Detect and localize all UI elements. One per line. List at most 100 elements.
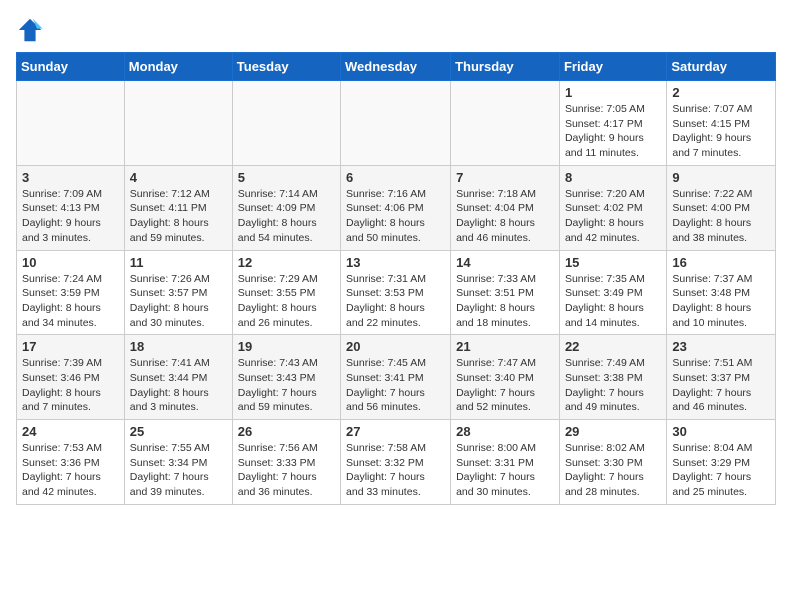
- weekday-header-row: SundayMondayTuesdayWednesdayThursdayFrid…: [17, 53, 776, 81]
- day-info: Sunrise: 8:04 AM Sunset: 3:29 PM Dayligh…: [672, 441, 770, 500]
- calendar-cell: 29 Sunrise: 8:02 AM Sunset: 3:30 PM Dayli…: [559, 420, 666, 505]
- calendar-cell: 23 Sunrise: 7:51 AM Sunset: 3:37 PM Dayli…: [667, 335, 776, 420]
- day-info: Sunrise: 7:18 AM Sunset: 4:04 PM Dayligh…: [456, 187, 554, 246]
- day-number: 25: [130, 424, 227, 439]
- day-number: 3: [22, 170, 119, 185]
- calendar-cell: [341, 81, 451, 166]
- calendar-cell: 10 Sunrise: 7:24 AM Sunset: 3:59 PM Dayli…: [17, 250, 125, 335]
- calendar-cell: 4 Sunrise: 7:12 AM Sunset: 4:11 PM Daylig…: [124, 165, 232, 250]
- day-number: 30: [672, 424, 770, 439]
- calendar-cell: 21 Sunrise: 7:47 AM Sunset: 3:40 PM Dayli…: [451, 335, 560, 420]
- calendar-cell: 28 Sunrise: 8:00 AM Sunset: 3:31 PM Dayli…: [451, 420, 560, 505]
- calendar-cell: 16 Sunrise: 7:37 AM Sunset: 3:48 PM Dayli…: [667, 250, 776, 335]
- calendar-cell: [232, 81, 340, 166]
- day-info: Sunrise: 7:14 AM Sunset: 4:09 PM Dayligh…: [238, 187, 335, 246]
- day-info: Sunrise: 8:02 AM Sunset: 3:30 PM Dayligh…: [565, 441, 661, 500]
- day-info: Sunrise: 7:37 AM Sunset: 3:48 PM Dayligh…: [672, 272, 770, 331]
- calendar-cell: 18 Sunrise: 7:41 AM Sunset: 3:44 PM Dayli…: [124, 335, 232, 420]
- day-number: 24: [22, 424, 119, 439]
- day-number: 8: [565, 170, 661, 185]
- day-number: 6: [346, 170, 445, 185]
- calendar-cell: 25 Sunrise: 7:55 AM Sunset: 3:34 PM Dayli…: [124, 420, 232, 505]
- day-number: 17: [22, 339, 119, 354]
- day-number: 10: [22, 255, 119, 270]
- day-info: Sunrise: 7:49 AM Sunset: 3:38 PM Dayligh…: [565, 356, 661, 415]
- day-number: 7: [456, 170, 554, 185]
- day-info: Sunrise: 7:35 AM Sunset: 3:49 PM Dayligh…: [565, 272, 661, 331]
- day-info: Sunrise: 7:41 AM Sunset: 3:44 PM Dayligh…: [130, 356, 227, 415]
- calendar-week-row: 1 Sunrise: 7:05 AM Sunset: 4:17 PM Daylig…: [17, 81, 776, 166]
- day-info: Sunrise: 7:53 AM Sunset: 3:36 PM Dayligh…: [22, 441, 119, 500]
- day-number: 4: [130, 170, 227, 185]
- calendar-week-row: 24 Sunrise: 7:53 AM Sunset: 3:36 PM Dayli…: [17, 420, 776, 505]
- calendar-cell: 26 Sunrise: 7:56 AM Sunset: 3:33 PM Dayli…: [232, 420, 340, 505]
- weekday-header: Sunday: [17, 53, 125, 81]
- day-number: 12: [238, 255, 335, 270]
- calendar-table: SundayMondayTuesdayWednesdayThursdayFrid…: [16, 52, 776, 505]
- day-info: Sunrise: 7:51 AM Sunset: 3:37 PM Dayligh…: [672, 356, 770, 415]
- weekday-header: Wednesday: [341, 53, 451, 81]
- day-info: Sunrise: 7:24 AM Sunset: 3:59 PM Dayligh…: [22, 272, 119, 331]
- day-info: Sunrise: 7:12 AM Sunset: 4:11 PM Dayligh…: [130, 187, 227, 246]
- day-info: Sunrise: 7:33 AM Sunset: 3:51 PM Dayligh…: [456, 272, 554, 331]
- calendar-cell: 13 Sunrise: 7:31 AM Sunset: 3:53 PM Dayli…: [341, 250, 451, 335]
- day-number: 11: [130, 255, 227, 270]
- day-number: 9: [672, 170, 770, 185]
- calendar-cell: 5 Sunrise: 7:14 AM Sunset: 4:09 PM Daylig…: [232, 165, 340, 250]
- day-number: 29: [565, 424, 661, 439]
- day-info: Sunrise: 7:31 AM Sunset: 3:53 PM Dayligh…: [346, 272, 445, 331]
- calendar-week-row: 3 Sunrise: 7:09 AM Sunset: 4:13 PM Daylig…: [17, 165, 776, 250]
- day-number: 28: [456, 424, 554, 439]
- day-number: 21: [456, 339, 554, 354]
- day-info: Sunrise: 7:58 AM Sunset: 3:32 PM Dayligh…: [346, 441, 445, 500]
- calendar-cell: 27Sunrise: 7:58 AM Sunset: 3:32 PM Dayli…: [341, 420, 451, 505]
- calendar-cell: 1 Sunrise: 7:05 AM Sunset: 4:17 PM Daylig…: [559, 81, 666, 166]
- day-number: 26: [238, 424, 335, 439]
- day-number: 13: [346, 255, 445, 270]
- calendar-cell: 20Sunrise: 7:45 AM Sunset: 3:41 PM Dayli…: [341, 335, 451, 420]
- calendar-cell: 22Sunrise: 7:49 AM Sunset: 3:38 PM Dayli…: [559, 335, 666, 420]
- calendar-cell: 7 Sunrise: 7:18 AM Sunset: 4:04 PM Daylig…: [451, 165, 560, 250]
- calendar-cell: 24 Sunrise: 7:53 AM Sunset: 3:36 PM Dayli…: [17, 420, 125, 505]
- day-number: 18: [130, 339, 227, 354]
- day-info: Sunrise: 7:22 AM Sunset: 4:00 PM Dayligh…: [672, 187, 770, 246]
- day-number: 1: [565, 85, 661, 100]
- day-info: Sunrise: 7:05 AM Sunset: 4:17 PM Dayligh…: [565, 102, 661, 161]
- weekday-header: Friday: [559, 53, 666, 81]
- calendar-week-row: 17Sunrise: 7:39 AM Sunset: 3:46 PM Dayli…: [17, 335, 776, 420]
- calendar-cell: 17Sunrise: 7:39 AM Sunset: 3:46 PM Dayli…: [17, 335, 125, 420]
- logo: [16, 16, 48, 44]
- calendar-cell: [124, 81, 232, 166]
- day-info: Sunrise: 7:07 AM Sunset: 4:15 PM Dayligh…: [672, 102, 770, 161]
- day-info: Sunrise: 7:09 AM Sunset: 4:13 PM Dayligh…: [22, 187, 119, 246]
- day-info: Sunrise: 8:00 AM Sunset: 3:31 PM Dayligh…: [456, 441, 554, 500]
- day-info: Sunrise: 7:55 AM Sunset: 3:34 PM Dayligh…: [130, 441, 227, 500]
- calendar-cell: 9 Sunrise: 7:22 AM Sunset: 4:00 PM Daylig…: [667, 165, 776, 250]
- calendar-cell: [17, 81, 125, 166]
- day-info: Sunrise: 7:45 AM Sunset: 3:41 PM Dayligh…: [346, 356, 445, 415]
- weekday-header: Saturday: [667, 53, 776, 81]
- day-info: Sunrise: 7:16 AM Sunset: 4:06 PM Dayligh…: [346, 187, 445, 246]
- weekday-header: Tuesday: [232, 53, 340, 81]
- calendar-cell: 8 Sunrise: 7:20 AM Sunset: 4:02 PM Daylig…: [559, 165, 666, 250]
- day-number: 23: [672, 339, 770, 354]
- day-number: 14: [456, 255, 554, 270]
- day-number: 16: [672, 255, 770, 270]
- day-number: 15: [565, 255, 661, 270]
- calendar-cell: 3 Sunrise: 7:09 AM Sunset: 4:13 PM Daylig…: [17, 165, 125, 250]
- day-info: Sunrise: 7:47 AM Sunset: 3:40 PM Dayligh…: [456, 356, 554, 415]
- day-info: Sunrise: 7:56 AM Sunset: 3:33 PM Dayligh…: [238, 441, 335, 500]
- day-info: Sunrise: 7:20 AM Sunset: 4:02 PM Dayligh…: [565, 187, 661, 246]
- calendar-cell: 15 Sunrise: 7:35 AM Sunset: 3:49 PM Dayli…: [559, 250, 666, 335]
- calendar-cell: 19 Sunrise: 7:43 AM Sunset: 3:43 PM Dayli…: [232, 335, 340, 420]
- weekday-header: Thursday: [451, 53, 560, 81]
- day-number: 5: [238, 170, 335, 185]
- day-number: 19: [238, 339, 335, 354]
- calendar-cell: 6 Sunrise: 7:16 AM Sunset: 4:06 PM Daylig…: [341, 165, 451, 250]
- day-info: Sunrise: 7:43 AM Sunset: 3:43 PM Dayligh…: [238, 356, 335, 415]
- calendar-cell: [451, 81, 560, 166]
- day-info: Sunrise: 7:29 AM Sunset: 3:55 PM Dayligh…: [238, 272, 335, 331]
- day-info: Sunrise: 7:26 AM Sunset: 3:57 PM Dayligh…: [130, 272, 227, 331]
- calendar-cell: 14 Sunrise: 7:33 AM Sunset: 3:51 PM Dayli…: [451, 250, 560, 335]
- calendar-cell: 12 Sunrise: 7:29 AM Sunset: 3:55 PM Dayli…: [232, 250, 340, 335]
